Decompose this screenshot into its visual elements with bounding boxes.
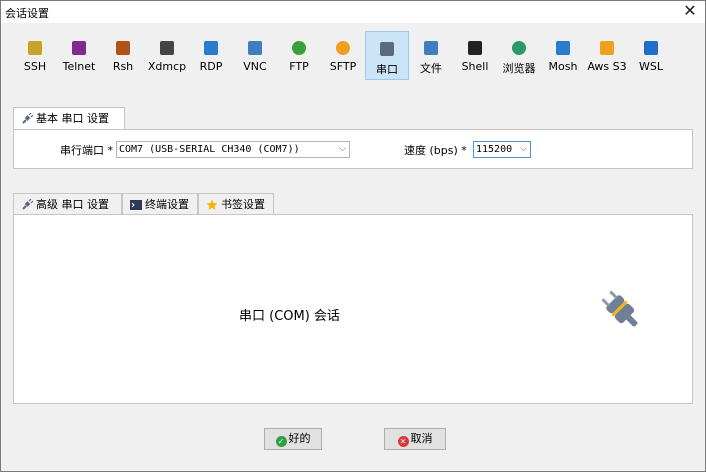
serial-port-select[interactable]: COM7 (USB-SERIAL CH340 (COM7)) ⌵: [116, 141, 350, 158]
cancel-button[interactable]: ✕ 取消: [384, 428, 446, 450]
shell-terminal-icon: [468, 41, 482, 55]
star-icon: [206, 199, 218, 210]
wsl-windows-icon: [644, 41, 658, 55]
toolbar-item-ssh-key[interactable]: SSH: [13, 31, 57, 80]
browser-globe-icon: [512, 41, 526, 55]
tab-basic-label: 基本 串口 设置: [36, 112, 109, 125]
toolbar-item-mosh-satellite[interactable]: Mosh: [541, 31, 585, 80]
check-icon: ✓: [275, 436, 287, 447]
close-button[interactable]: ✕: [681, 2, 699, 20]
toolbar-item-browser-globe[interactable]: 浏览器: [497, 31, 541, 80]
sftp-globe-icon: [336, 41, 350, 55]
chevron-down-icon: ⌵: [339, 144, 346, 154]
advanced-settings-panel: 串口 (COM) 会话: [13, 214, 693, 404]
tab-advanced-serial-settings[interactable]: 高级 串口 设置: [13, 193, 122, 215]
tab-terminal-settings[interactable]: 终端设置: [122, 193, 198, 215]
serial-port-value: COM7 (USB-SERIAL CH340 (COM7)): [119, 144, 300, 155]
toolbar-item-telnet-monitor[interactable]: Telnet: [57, 31, 101, 80]
cancel-icon: ✕: [397, 436, 409, 447]
telnet-monitor-icon: [72, 41, 86, 55]
xdmcp-x-icon: [160, 41, 174, 55]
toolbar-item-sftp-globe[interactable]: SFTP: [321, 31, 365, 80]
plug-icon: [22, 113, 33, 124]
toolbar-item-serial-plug[interactable]: 串口: [365, 31, 409, 80]
tab-bookmark-settings[interactable]: 书签设置: [198, 193, 274, 215]
ok-label: 好的: [288, 432, 311, 445]
tab-advanced-label: 高级 串口 设置: [36, 198, 109, 211]
session-settings-window: 会话设置 ✕ SSH Telnet Rsh Xdmcp RDP VNC FTP SFTP 串口文…: [0, 0, 706, 472]
rsh-icon: [116, 41, 130, 55]
chevron-down-icon: ⌵: [520, 144, 527, 154]
speed-label: 速度 (bps) *: [404, 144, 467, 157]
toolbar-item-aws-s3[interactable]: Aws S3: [585, 31, 629, 80]
title-bar: 会话设置 ✕: [1, 1, 705, 23]
toolbar-item-wsl-windows[interactable]: WSL: [629, 31, 673, 80]
toolbar-item-xdmcp-x[interactable]: Xdmcp: [145, 31, 189, 80]
vnc-monitor-icon: [248, 41, 262, 55]
ftp-globe-icon: [292, 41, 306, 55]
serial-plug-icon: [380, 42, 394, 56]
ok-button[interactable]: ✓ 好的: [264, 428, 322, 450]
speed-value: 115200: [476, 144, 513, 155]
aws-s3-icon: [600, 41, 614, 55]
toolbar-item-label: WSL: [639, 60, 663, 73]
toolbar-item-ftp-globe[interactable]: FTP: [277, 31, 321, 80]
mosh-satellite-icon: [556, 41, 570, 55]
cancel-label: 取消: [410, 432, 433, 445]
basic-settings-panel: 串行端口 * COM7 (USB-SERIAL CH340 (COM7)) ⌵ …: [13, 129, 693, 169]
rdp-monitor-icon: [204, 41, 218, 55]
session-description: 串口 (COM) 会话: [239, 309, 340, 324]
toolbar-item-shell-terminal[interactable]: Shell: [453, 31, 497, 80]
file-monitor-icon: [424, 41, 438, 55]
tab-basic-serial-settings[interactable]: 基本 串口 设置: [13, 107, 125, 131]
terminal-icon: [130, 200, 142, 210]
toolbar-item-file-monitor[interactable]: 文件: [409, 31, 453, 80]
window-title: 会话设置: [5, 7, 49, 20]
tab-terminal-label: 终端设置: [145, 198, 189, 211]
ssh-key-icon: [28, 41, 42, 55]
serial-plug-icon: [601, 290, 638, 327]
plug-icon: [22, 199, 33, 210]
toolbar-item-rdp-monitor[interactable]: RDP: [189, 31, 233, 80]
toolbar-item-rsh[interactable]: Rsh: [101, 31, 145, 80]
serial-port-label: 串行端口 *: [60, 144, 113, 157]
toolbar-item-vnc-monitor[interactable]: VNC: [233, 31, 277, 80]
tab-bookmark-label: 书签设置: [221, 198, 265, 211]
speed-select[interactable]: 115200 ⌵: [473, 141, 531, 158]
